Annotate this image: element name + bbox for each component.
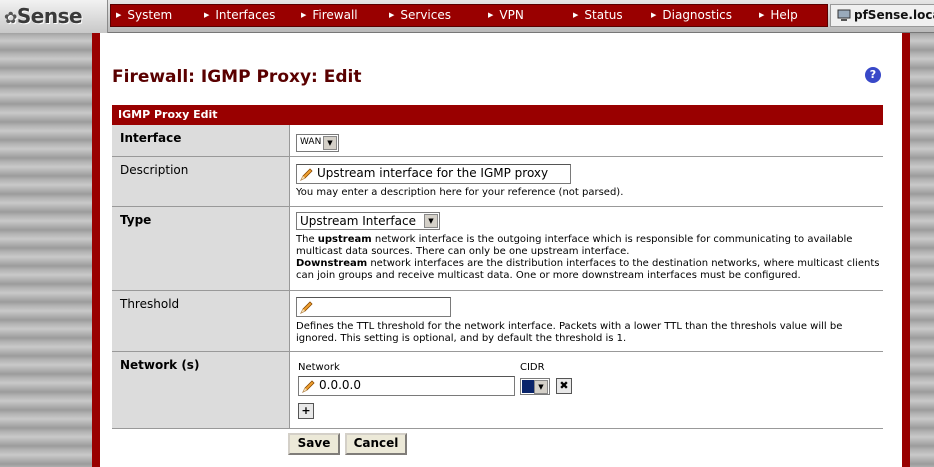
threshold-help: Defines the TTL threshold for the networ… — [296, 321, 843, 344]
type-help-text: network interface is the outgoing interf… — [296, 234, 853, 257]
menu-arrow-icon: ▶ — [389, 11, 395, 19]
menu-status[interactable]: ▶ Status — [573, 8, 623, 22]
interface-select-value: WAN — [300, 137, 322, 147]
type-select-value: Upstream Interface — [300, 214, 416, 228]
menu-system[interactable]: ▶ System — [116, 8, 172, 22]
network-input[interactable]: 0.0.0.0 — [298, 376, 515, 396]
type-help-text: The — [296, 234, 318, 245]
pencil-icon — [302, 380, 315, 393]
menu-arrow-icon: ▶ — [759, 11, 765, 19]
pencil-icon — [300, 301, 313, 314]
threshold-row: Threshold Defines the TTL threshold for … — [112, 291, 883, 352]
type-select[interactable]: Upstream Interface ▼ — [296, 212, 440, 230]
threshold-label: Threshold — [112, 291, 289, 351]
menu-arrow-icon: ▶ — [651, 11, 657, 19]
description-value-cell: Upstream interface for the IGMP proxy Yo… — [289, 157, 883, 206]
type-help-downstream: Downstream — [296, 258, 368, 269]
menu-diagnostics[interactable]: ▶ Diagnostics — [651, 8, 732, 22]
help-icon[interactable]: ? — [865, 67, 881, 83]
description-input-value: Upstream interface for the IGMP proxy — [317, 166, 549, 180]
type-row: Type Upstream Interface ▼ The upstream n… — [112, 207, 883, 291]
description-help: You may enter a description here for you… — [296, 187, 624, 198]
main-menu: ▶ System ▶ Interfaces ▶ Firewall ▶ Services … — [110, 4, 828, 27]
delete-icon[interactable]: ✖ — [556, 378, 572, 394]
pfsense-logo[interactable]: ✿Sense — [0, 0, 108, 33]
chevron-down-icon: ▼ — [534, 380, 548, 394]
cancel-button[interactable]: Cancel — [345, 433, 407, 455]
description-row: Description Upstream interface for the I… — [112, 157, 883, 207]
pencil-icon — [300, 168, 313, 181]
type-label: Type — [112, 207, 289, 290]
menu-services[interactable]: ▶ Services — [389, 8, 451, 22]
host-icon — [837, 9, 851, 21]
chevron-down-icon: ▼ — [424, 214, 438, 228]
menu-firewall[interactable]: ▶ Firewall — [301, 8, 358, 22]
menu-help[interactable]: ▶ Help — [759, 8, 798, 22]
save-button[interactable]: Save — [288, 433, 340, 455]
interface-label: Interface — [112, 125, 289, 156]
network-input-value: 0.0.0.0 — [319, 378, 361, 392]
cidr-select[interactable]: ▼ — [520, 378, 550, 395]
interface-value-cell: WAN ▼ — [289, 125, 883, 156]
add-icon[interactable]: + — [298, 403, 314, 419]
type-help: The upstream network interface is the ou… — [296, 234, 882, 282]
menu-arrow-icon: ▶ — [301, 11, 307, 19]
interface-row: Interface WAN ▼ — [112, 125, 883, 157]
network-row: Network (s) Network CIDR 0.0.0.0 ▼ ✖ + — [112, 352, 883, 429]
menu-arrow-icon: ▶ — [573, 11, 579, 19]
threshold-value-cell: Defines the TTL threshold for the networ… — [289, 291, 883, 351]
section-header: IGMP Proxy Edit — [112, 105, 883, 125]
menu-arrow-icon: ▶ — [204, 11, 210, 19]
page-title: Firewall: IGMP Proxy: Edit — [112, 67, 362, 87]
hostname-text: pfSense.localdomain — [854, 8, 934, 22]
menu-arrow-icon: ▶ — [488, 11, 494, 19]
top-bar: ✿Sense ▶ System ▶ Interfaces ▶ Firewall ▶ Se… — [0, 0, 934, 33]
type-help-upstream: upstream — [317, 234, 372, 245]
network-label: Network (s) — [112, 352, 289, 428]
description-label: Description — [112, 157, 289, 206]
chevron-down-icon: ▼ — [323, 136, 337, 150]
menu-arrow-icon: ▶ — [116, 11, 122, 19]
type-help-text: network interfaces are the distribution … — [296, 258, 880, 281]
network-value-cell: Network CIDR 0.0.0.0 ▼ ✖ + — [289, 352, 883, 428]
interface-select[interactable]: WAN ▼ — [296, 134, 339, 152]
threshold-input[interactable] — [296, 297, 451, 317]
menu-vpn[interactable]: ▶ VPN — [488, 8, 524, 22]
cidr-column-label: CIDR — [520, 362, 545, 373]
network-column-label: Network — [298, 362, 340, 373]
type-value-cell: Upstream Interface ▼ The upstream networ… — [289, 207, 883, 290]
logo-text: ✿Sense — [4, 4, 83, 28]
hostname-box: pfSense.localdomain — [830, 4, 934, 27]
description-input[interactable]: Upstream interface for the IGMP proxy — [296, 164, 571, 184]
menu-interfaces[interactable]: ▶ Interfaces — [204, 8, 275, 22]
content-panel: Firewall: IGMP Proxy: Edit ? IGMP Proxy … — [92, 33, 910, 467]
